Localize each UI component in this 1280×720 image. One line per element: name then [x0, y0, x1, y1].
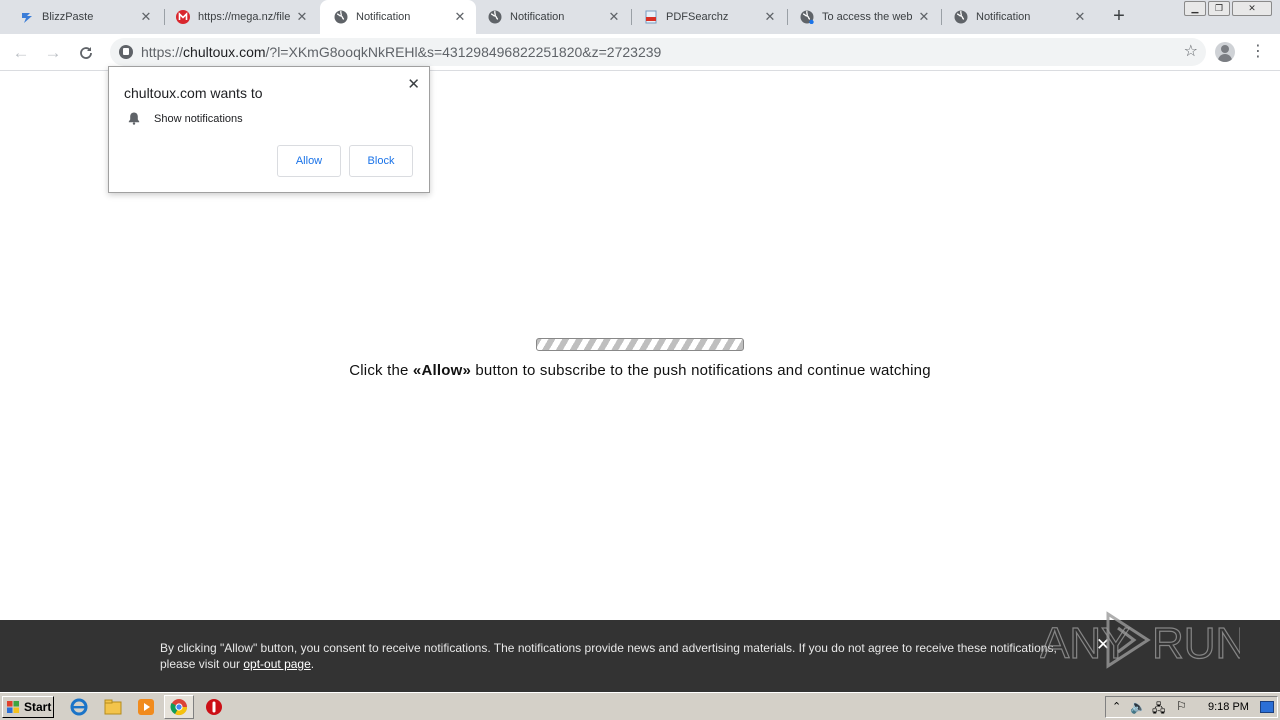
tab-title: BlizzPaste	[42, 11, 94, 23]
opera-icon[interactable]	[205, 698, 223, 716]
close-tab-icon[interactable]: ✕	[916, 9, 932, 25]
block-button[interactable]: Block	[349, 145, 413, 177]
tray-expand-icon[interactable]: ⌃	[1112, 700, 1121, 713]
bell-icon	[128, 112, 140, 125]
message-allow-emphasis: «Allow»	[412, 362, 472, 379]
consent-end: .	[310, 657, 315, 671]
taskbar-clock[interactable]: 9:18 PM	[1208, 701, 1249, 713]
media-player-icon[interactable]	[137, 698, 155, 716]
reload-icon[interactable]	[73, 40, 99, 66]
close-tab-icon[interactable]: ✕	[138, 9, 154, 25]
action-center-flag-icon[interactable]: ⚐	[1176, 699, 1187, 713]
close-window-icon[interactable]: ✕	[1232, 1, 1272, 16]
chrome-taskbar-button[interactable]	[164, 695, 194, 719]
opt-out-link[interactable]: opt-out page	[243, 657, 310, 671]
close-tab-icon[interactable]: ✕	[1072, 9, 1088, 25]
globe-icon	[488, 10, 502, 24]
network-icon[interactable]: 🖧	[1152, 699, 1165, 720]
system-tray: ⌃ 🔈 🖧 ⚐	[1105, 696, 1278, 718]
close-tab-icon[interactable]: ✕	[606, 9, 622, 25]
close-tab-icon[interactable]: ✕	[452, 9, 468, 25]
permission-popup: chultoux.com wants to ✕ Show notificatio…	[108, 66, 430, 193]
restore-icon[interactable]: ❐	[1208, 1, 1230, 16]
kebab-menu-icon[interactable]: ⋮	[1250, 42, 1266, 62]
close-icon[interactable]: ✕	[407, 75, 420, 93]
message-text: Click the	[349, 362, 413, 379]
start-button[interactable]: Start	[2, 696, 54, 718]
tab-mega[interactable]: https://mega.nz/file ✕	[164, 0, 318, 34]
tab-title: Notification	[976, 11, 1031, 23]
close-tab-icon[interactable]: ✕	[294, 9, 310, 25]
tab-notification-active[interactable]: Notification ✕	[320, 0, 476, 34]
globe-icon	[954, 10, 968, 24]
url-domain: chultoux.com	[183, 44, 266, 60]
profile-avatar-icon[interactable]	[1215, 42, 1235, 62]
new-tab-icon[interactable]: +	[1108, 6, 1130, 28]
permission-label: Show notifications	[154, 113, 243, 125]
tab-blizzpaste[interactable]: BlizzPaste ✕	[0, 0, 162, 34]
tab-title: https://mega.nz/file	[198, 11, 291, 23]
bookmark-star-icon[interactable]: ☆	[1184, 41, 1198, 61]
tab-title: Notification	[510, 11, 565, 23]
subscribe-message: Click the «Allow» button to subscribe to…	[0, 362, 1280, 379]
allow-button[interactable]: Allow	[277, 145, 341, 177]
tab-title: To access the web	[822, 11, 913, 23]
folder-icon[interactable]	[104, 698, 122, 716]
tab-notification-3[interactable]: Notification ✕	[942, 0, 1096, 34]
tab-title: PDFSearchz	[666, 11, 729, 23]
mega-icon	[176, 10, 190, 24]
minimize-icon[interactable]: ▁	[1184, 1, 1206, 16]
pdfsearchz-icon	[644, 10, 658, 24]
windows-logo-icon	[7, 701, 19, 713]
tab-strip: BlizzPaste ✕ https://mega.nz/file ✕ Noti…	[0, 0, 1280, 34]
tab-pdfsearchz[interactable]: PDFSearchz ✕	[632, 0, 786, 34]
address-bar[interactable]: https://chultoux.com/?l=XKmG8ooqkNkREHl&…	[110, 38, 1206, 66]
chrome-icon	[170, 699, 188, 716]
loading-progress-bar	[536, 338, 744, 351]
message-text-end: button to subscribe to the push notifica…	[471, 362, 931, 379]
url-text[interactable]: https://chultoux.com/?l=XKmG8ooqkNkREHl&…	[141, 44, 661, 60]
taskbar: Start ⌃ 🔈 🖧 ⚐ 9:18 PM	[0, 692, 1280, 720]
tab-to-access[interactable]: To access the web ✕	[788, 0, 940, 34]
blizzpaste-icon	[20, 10, 34, 24]
svg-text:RUN: RUN	[1152, 619, 1240, 668]
volume-icon[interactable]: 🔈	[1130, 699, 1146, 715]
popup-title: chultoux.com wants to	[124, 85, 263, 101]
back-arrow-icon[interactable]: ←	[8, 40, 34, 66]
globe-icon	[334, 10, 348, 24]
globe-icon	[800, 10, 814, 24]
tab-notification-2[interactable]: Notification ✕	[476, 0, 630, 34]
tab-title: Notification	[356, 11, 411, 23]
close-tab-icon[interactable]: ✕	[762, 9, 778, 25]
url-path: /?l=XKmG8ooqkNkREHl&s=431298496822251820…	[265, 44, 662, 60]
ie-icon[interactable]	[70, 698, 88, 716]
anyrun-watermark-logo: ANY RUN	[1040, 611, 1240, 669]
consent-text: By clicking "Allow" button, you consent …	[160, 640, 1080, 672]
lock-icon[interactable]	[119, 45, 133, 59]
forward-arrow-icon[interactable]: →	[40, 40, 66, 66]
show-desktop-icon[interactable]	[1260, 701, 1274, 713]
url-scheme: https://	[141, 44, 184, 60]
start-label: Start	[24, 700, 52, 714]
